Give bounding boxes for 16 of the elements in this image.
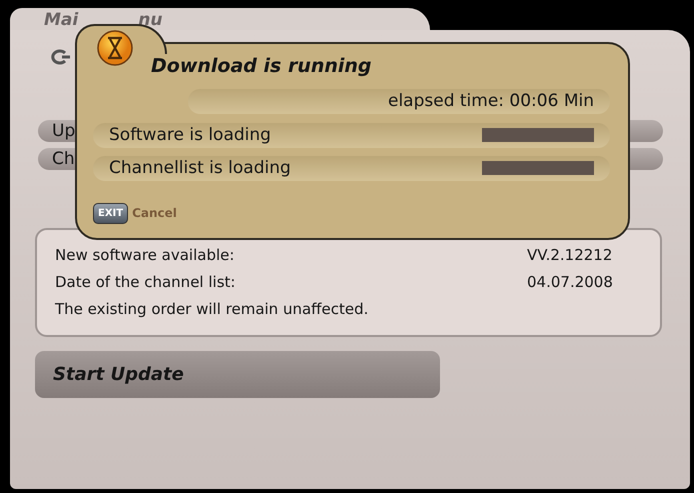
info-value: VV.2.12212 xyxy=(527,245,614,266)
task-label: Channellist is loading xyxy=(109,156,291,180)
menu-title-fragment: nu xyxy=(138,9,162,30)
info-label: The existing order will remain unaffected. xyxy=(55,299,368,320)
refresh-icon xyxy=(49,48,71,65)
cancel-label[interactable]: Cancel xyxy=(132,204,177,222)
dialog-title: Download is running xyxy=(151,54,373,79)
elapsed-time: elapsed time: 00:06 Min xyxy=(188,88,610,114)
start-update-button[interactable]: Start Update xyxy=(35,351,440,398)
exit-key-icon: EXIT xyxy=(93,202,128,224)
info-label: Date of the channel list: xyxy=(55,272,236,293)
info-value: 04.07.2008 xyxy=(527,272,614,293)
menu-title-fragment: Mai xyxy=(44,9,78,30)
task-label: Software is loading xyxy=(109,124,271,146)
info-label: New software available: xyxy=(55,245,234,266)
hourglass-icon xyxy=(97,30,133,66)
